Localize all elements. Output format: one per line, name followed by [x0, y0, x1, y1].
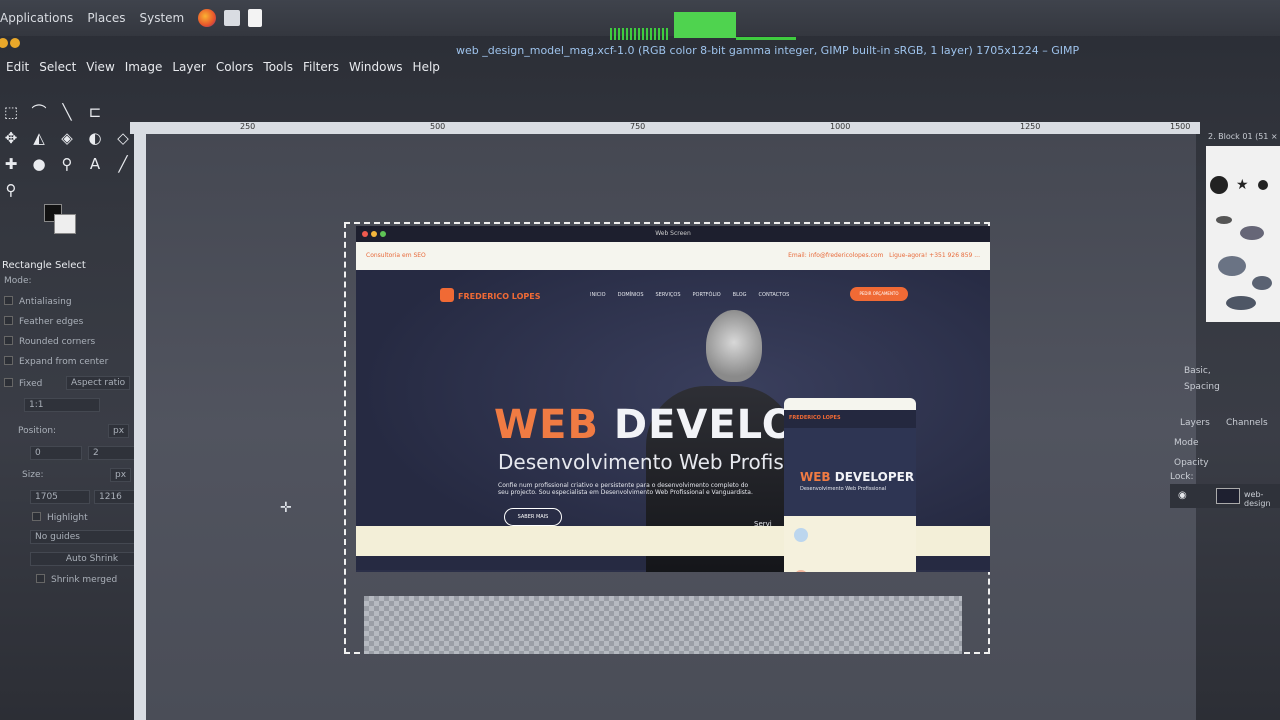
blank-icon [112, 102, 134, 122]
hero-subheading: Desenvolvimento Web Profis [498, 450, 784, 474]
layer-row[interactable]: ◉ web-design [1170, 484, 1280, 508]
dodge-icon[interactable]: ⚲ [56, 154, 78, 174]
phone-heading: WEB DEVELOPER [800, 470, 915, 484]
spacing-label: Spacing [1184, 382, 1220, 392]
right-dock: 2. Block 01 (51 × 51) ★ Basic, Spacing L… [1170, 90, 1280, 720]
rect-select-icon[interactable]: ⬚ [0, 102, 22, 122]
ruler-tick: 1250 [1020, 122, 1041, 131]
size-w-field[interactable]: 1705 [30, 490, 90, 504]
lock-label: Lock: [1170, 472, 1194, 482]
position-x-field[interactable]: 0 [30, 446, 82, 460]
contact-info: Email: info@fredericolopes.com Ligue-ago… [788, 252, 980, 259]
transparent-area [364, 596, 962, 654]
menu-help[interactable]: Help [413, 60, 440, 74]
ruler-tick: 1000 [830, 122, 851, 131]
crosshair-cursor-icon: ✛ [280, 500, 292, 516]
menu-filters[interactable]: Filters [303, 60, 339, 74]
size-label: Size: [22, 470, 44, 480]
hero-heading: WEB DEVELO [494, 402, 797, 448]
rounded-corners-toggle[interactable]: Rounded corners [4, 336, 95, 347]
highlight-toggle[interactable]: Highlight [32, 512, 88, 523]
phone-mockup: FREDERICO LOPES WEB DEVELOPER Desenvolvi… [784, 398, 916, 572]
lasso-icon[interactable]: ⌒ [28, 102, 50, 122]
fixed-toggle[interactable]: Fixed [4, 378, 42, 389]
brushes-panel[interactable]: ★ [1206, 146, 1280, 322]
antialiasing-toggle[interactable]: Antialiasing [4, 296, 72, 307]
star-brush-icon: ★ [1236, 177, 1249, 193]
mode-label: Mode: [4, 276, 32, 286]
tool-options-title: Rectangle Select [2, 260, 86, 271]
panel-menu-applications[interactable]: Applications [0, 11, 73, 25]
bucket-icon[interactable]: ◭ [28, 128, 50, 148]
image-layer[interactable]: Web Screen Consultoria em SEO Email: inf… [344, 222, 990, 654]
ruler-tick: 500 [430, 122, 446, 131]
brush-preset[interactable]: Basic, [1184, 366, 1211, 376]
menu-view[interactable]: View [86, 60, 114, 74]
zoom-icon[interactable]: ⚲ [0, 180, 22, 200]
menu-edit[interactable]: Edit [6, 60, 29, 74]
terminal-icon[interactable] [224, 10, 241, 26]
aspect-ratio-select[interactable]: Aspect ratio [66, 376, 131, 390]
tab-channels[interactable]: Channels [1226, 418, 1268, 428]
crop-icon[interactable]: ⊏ [84, 102, 106, 122]
layer-thumbnail [1216, 488, 1240, 504]
phone-logo: FREDERICO LOPES [784, 410, 916, 428]
mockup-title: Web Screen [655, 230, 691, 237]
text-icon[interactable]: A [84, 154, 106, 174]
menu-layer[interactable]: Layer [172, 60, 205, 74]
document-icon[interactable] [248, 9, 263, 27]
layer-name: web-design [1244, 490, 1271, 508]
ruler-tick: 250 [240, 122, 256, 131]
menu-image[interactable]: Image [125, 60, 163, 74]
quote-button: PEDIR ORÇAMENTO [850, 287, 908, 301]
ratio-field[interactable]: 1:1 [24, 398, 100, 412]
feather-edges-toggle[interactable]: Feather edges [4, 316, 83, 327]
learn-more-button: SABER MAIS [504, 508, 562, 526]
menu-windows[interactable]: Windows [349, 60, 403, 74]
phone-card [784, 516, 916, 572]
expand-center-toggle[interactable]: Expand from center [4, 356, 108, 367]
mode-label: Mode [1174, 438, 1199, 448]
menu-tools[interactable]: Tools [263, 60, 293, 74]
phone-subheading: Desenvolvimento Web Profissional [800, 486, 887, 492]
tab-layers[interactable]: Layers [1180, 418, 1210, 428]
bg-color-swatch[interactable] [54, 214, 76, 234]
menu-colors[interactable]: Colors [216, 60, 254, 74]
mockup-titlebar: Web Screen [356, 226, 990, 242]
menu-select[interactable]: Select [39, 60, 76, 74]
opacity-label: Opacity [1174, 458, 1209, 468]
mockup-topbar: Consultoria em SEO Email: info@frederico… [356, 242, 990, 270]
menu-bar: Edit Select View Image Layer Colors Tool… [0, 56, 1280, 78]
clone-icon[interactable]: ● [28, 154, 50, 174]
panel-menu-places[interactable]: Places [87, 11, 125, 25]
seo-link: Consultoria em SEO [366, 252, 426, 259]
size-unit-select[interactable]: px [110, 468, 132, 482]
firefox-icon[interactable] [198, 9, 217, 27]
window-titlebar: web _design_model_mag.xcf-1.0 (RGB color… [0, 36, 1280, 57]
ruler-tick: 1500 [1170, 122, 1191, 131]
vertical-ruler [134, 134, 146, 720]
ruler-tick: 750 [630, 122, 646, 131]
position-label: Position: [18, 426, 57, 436]
fuzzy-select-icon[interactable]: ╲ [56, 102, 78, 122]
blend-icon[interactable]: ◈ [56, 128, 78, 148]
color-picker-icon[interactable]: ╱ [112, 154, 134, 174]
site-logo: FREDERICO LOPES [440, 288, 541, 302]
visibility-eye-icon[interactable]: ◉ [1178, 490, 1187, 501]
site-nav: INICIO DOMÍNIOS SERVIÇOS PORTFÓLIO BLOG CONTA… [590, 292, 790, 298]
shrink-merged-toggle[interactable]: Shrink merged [36, 574, 117, 585]
warp-icon[interactable]: ✥ [0, 128, 22, 148]
smudge-icon[interactable]: ◐ [84, 128, 106, 148]
brush-label: 2. Block 01 (51 × 51) [1208, 132, 1280, 141]
panel-menu-system[interactable]: System [139, 11, 184, 25]
horizontal-ruler: 250 500 750 1000 1250 1500 [130, 122, 1200, 134]
heal-icon[interactable]: ✚ [0, 154, 22, 174]
position-unit-select[interactable]: px [108, 424, 130, 438]
hero-body: Confie num profissional criativo e persi… [498, 482, 753, 496]
website-mockup: Web Screen Consultoria em SEO Email: inf… [356, 226, 990, 572]
